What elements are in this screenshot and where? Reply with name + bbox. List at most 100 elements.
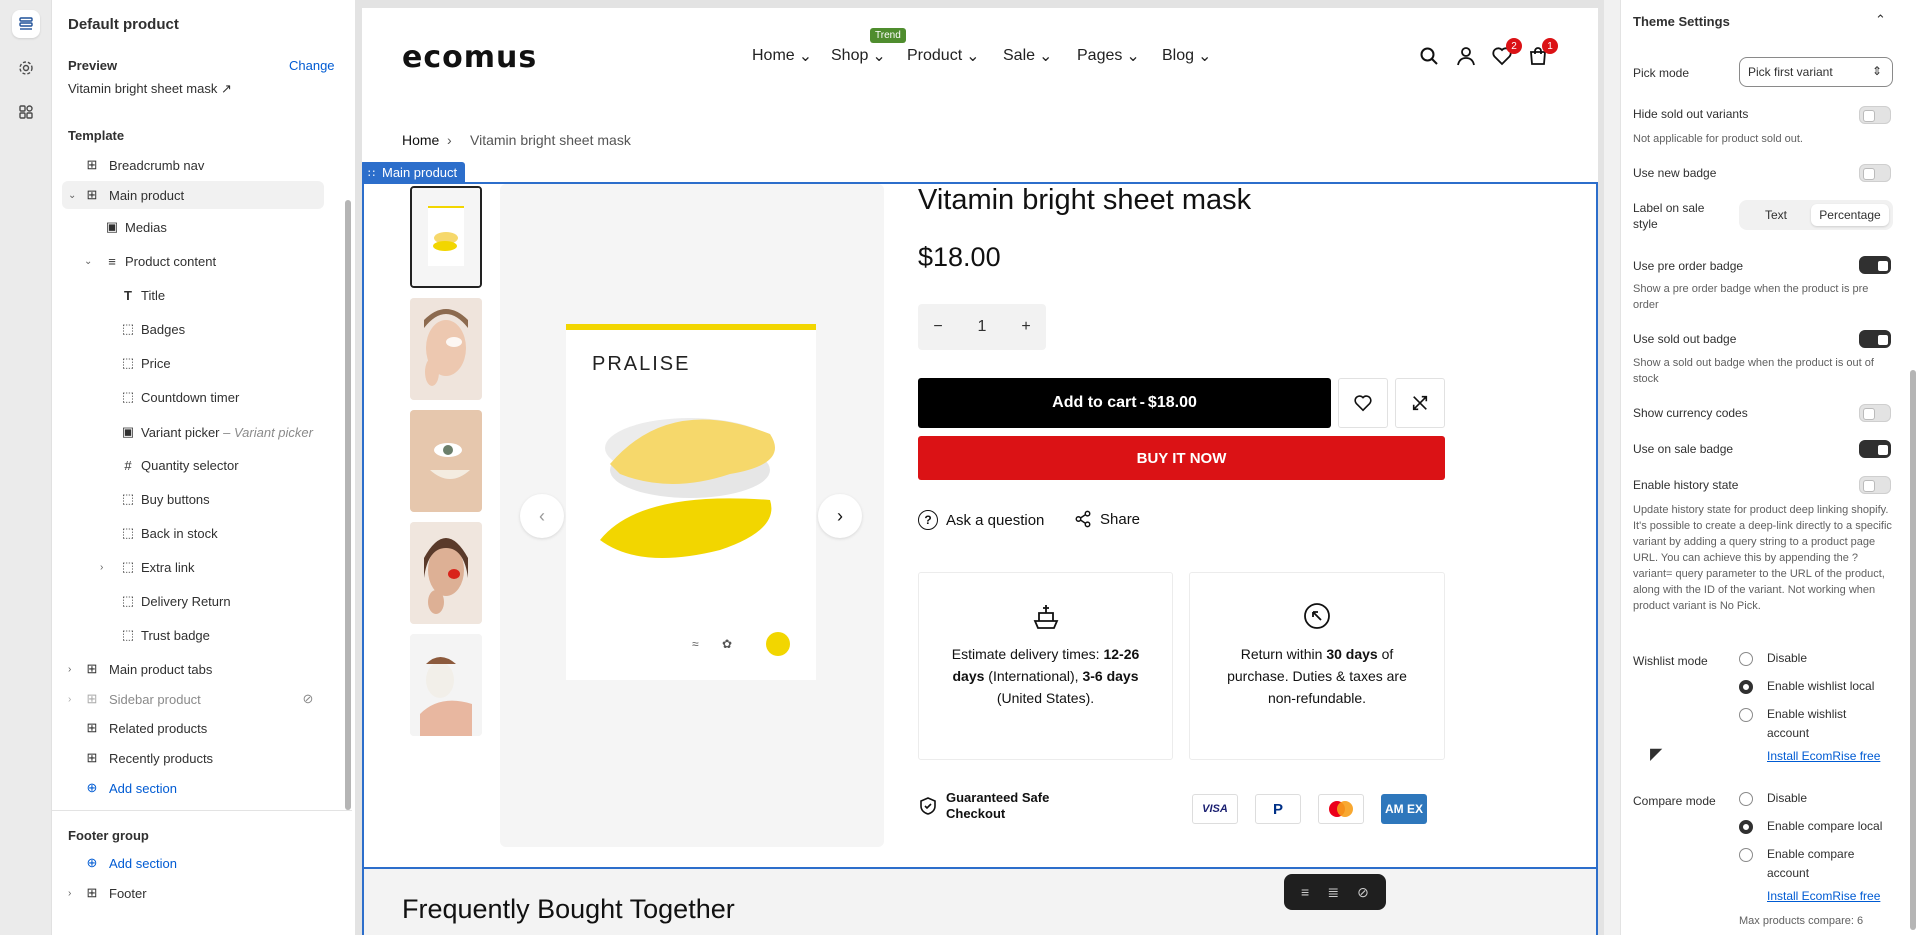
section-main-product[interactable]: ⌄ ⊞ Main product xyxy=(62,181,324,209)
thumbnail-5[interactable] xyxy=(410,634,482,736)
thumbnail-4[interactable] xyxy=(410,522,482,624)
section-footer[interactable]: › ⊞ Footer xyxy=(52,879,332,907)
move-up-icon[interactable]: ≡ xyxy=(1301,884,1309,900)
preview-label: Preview xyxy=(68,58,118,73)
sections-icon[interactable] xyxy=(12,10,40,38)
footer-add-section-button[interactable]: ⊕ Add section xyxy=(52,849,332,877)
wishlist-account-radio[interactable] xyxy=(1739,708,1753,722)
next-image-button[interactable]: › xyxy=(818,494,862,538)
pre-order-badge-toggle[interactable] xyxy=(1859,256,1891,274)
use-new-badge-toggle[interactable] xyxy=(1859,164,1891,182)
change-preview-link[interactable]: Change xyxy=(289,58,335,73)
thumbnail-1[interactable] xyxy=(410,186,482,288)
divider xyxy=(52,810,352,811)
tree-item-label: Breadcrumb nav xyxy=(109,157,205,173)
block-badges[interactable]: ⬚ Badges xyxy=(52,315,332,343)
nav-home[interactable]: Home ⌄ xyxy=(752,46,812,66)
search-icon[interactable] xyxy=(1417,44,1441,68)
minus-icon[interactable]: − xyxy=(918,304,958,350)
hide-eye-icon[interactable]: ⊘ xyxy=(1357,884,1369,901)
segment-percentage[interactable]: Percentage xyxy=(1811,204,1889,226)
block-countdown-timer[interactable]: ⬚ Countdown timer xyxy=(52,383,332,411)
store-logo[interactable]: ecomus xyxy=(402,40,537,75)
block-buy-buttons[interactable]: ⬚ Buy buttons xyxy=(52,485,332,513)
nav-label: Product xyxy=(907,47,963,64)
apps-icon[interactable] xyxy=(12,98,40,126)
chevron-down-icon[interactable]: ⌄ xyxy=(68,190,76,201)
section-recently-products[interactable]: ⊞ Recently products xyxy=(52,744,332,772)
nav-label: Pages xyxy=(1077,47,1123,64)
returns-days: 30 days xyxy=(1326,646,1378,662)
buy-it-now-button[interactable]: BUY IT NOW xyxy=(918,436,1445,480)
block-product-content[interactable]: ⌄ ≡ Product content xyxy=(52,247,332,275)
nav-sale[interactable]: Sale ⌄ xyxy=(1003,46,1052,66)
account-icon[interactable] xyxy=(1454,44,1478,68)
scrollbar[interactable] xyxy=(345,200,351,810)
thumbnail-2[interactable] xyxy=(410,298,482,400)
add-to-cart-price: $18.00 xyxy=(1147,394,1197,411)
block-trust-badge[interactable]: ⬚ Trust badge xyxy=(52,621,332,649)
svg-text:≈: ≈ xyxy=(692,637,699,651)
block-quantity-selector[interactable]: # Quantity selector xyxy=(52,451,332,479)
chevron-right-icon[interactable]: › xyxy=(100,562,103,573)
add-to-cart-button[interactable]: Add to cart - $18.00 xyxy=(918,378,1331,428)
settings-gear-icon[interactable] xyxy=(12,54,40,82)
nav-blog[interactable]: Blog ⌄ xyxy=(1162,46,1211,66)
nav-shop[interactable]: Shop ⌄ xyxy=(831,46,886,66)
chevron-down-icon[interactable]: ⌄ xyxy=(84,256,92,267)
breadcrumb-home[interactable]: Home xyxy=(402,132,439,148)
on-sale-badge-toggle[interactable] xyxy=(1859,440,1891,458)
nav-pages[interactable]: Pages ⌄ xyxy=(1077,46,1140,66)
eye-hidden-icon[interactable]: ⊘ xyxy=(300,691,316,707)
block-back-in-stock[interactable]: ⬚ Back in stock xyxy=(52,519,332,547)
chevron-right-icon[interactable]: › xyxy=(68,664,71,675)
chevron-right-icon[interactable]: › xyxy=(68,888,71,899)
chevron-right-icon[interactable]: › xyxy=(68,694,71,705)
quantity-input[interactable]: 1 xyxy=(962,304,1002,350)
compare-disable-radio[interactable] xyxy=(1739,792,1753,806)
safe-checkout: Guaranteed Safe Checkout xyxy=(918,790,1056,822)
block-delivery-return[interactable]: ⬚ Delivery Return xyxy=(52,587,332,615)
install-ecomrise-link[interactable]: Install EcomRise free xyxy=(1767,749,1880,763)
add-section-button[interactable]: ⊕ Add section xyxy=(52,774,332,802)
wishlist-local-radio[interactable] xyxy=(1739,680,1753,694)
compare-account-radio[interactable] xyxy=(1739,848,1753,862)
tree-item-label: Sidebar product xyxy=(109,691,201,707)
section-main-product-tabs[interactable]: › ⊞ Main product tabs xyxy=(52,655,332,683)
block-medias[interactable]: ▣ Medias xyxy=(52,213,332,241)
section-sidebar-product[interactable]: › ⊞ Sidebar product ⊘ xyxy=(52,685,332,713)
preview-product-link[interactable]: Vitamin bright sheet mask ↗ xyxy=(68,81,232,97)
collapse-chevron-icon[interactable]: ⌃ xyxy=(1875,12,1886,28)
block-extra-link[interactable]: › ⬚ Extra link xyxy=(52,553,332,581)
install-ecomrise-compare-link[interactable]: Install EcomRise free xyxy=(1767,889,1880,903)
block-variant-picker[interactable]: ▣ Variant picker – Variant picker xyxy=(52,418,332,446)
block-title[interactable]: T Title xyxy=(52,281,332,309)
section-tag[interactable]: Main product xyxy=(362,162,466,184)
history-state-toggle[interactable] xyxy=(1859,476,1891,494)
nav-product[interactable]: Product ⌄ xyxy=(907,46,980,66)
block-price[interactable]: ⬚ Price xyxy=(52,349,332,377)
breadcrumb-separator-icon: › xyxy=(447,132,452,148)
compare-arrows-icon xyxy=(1412,395,1428,411)
sold-out-badge-toggle[interactable] xyxy=(1859,330,1891,348)
thumbnail-3[interactable] xyxy=(410,410,482,512)
hide-sold-out-toggle[interactable] xyxy=(1859,106,1891,124)
share-link[interactable]: Share xyxy=(1074,510,1140,528)
delivery-text: (International), xyxy=(984,668,1083,684)
segment-text[interactable]: Text xyxy=(1743,204,1809,226)
section-breadcrumb-nav[interactable]: ⊞ Breadcrumb nav xyxy=(52,151,332,179)
prev-image-button[interactable]: ‹ xyxy=(520,494,564,538)
compare-button[interactable] xyxy=(1395,378,1445,428)
pick-mode-select[interactable]: Pick first variant ⇕ xyxy=(1739,57,1893,87)
currency-codes-toggle[interactable] xyxy=(1859,404,1891,422)
drag-handle-icon[interactable]: ∷ xyxy=(368,167,375,180)
settings-scrollbar[interactable] xyxy=(1910,370,1916,930)
ask-question-link[interactable]: ? Ask a question xyxy=(918,510,1044,530)
wishlist-disable-radio[interactable] xyxy=(1739,652,1753,666)
move-down-icon[interactable]: ≣ xyxy=(1327,884,1339,901)
compare-local-radio[interactable] xyxy=(1739,820,1753,834)
tree-item-label: Extra link xyxy=(141,559,195,575)
section-related-products[interactable]: ⊞ Related products xyxy=(52,714,332,742)
add-to-wishlist-button[interactable] xyxy=(1338,378,1388,428)
plus-icon[interactable]: + xyxy=(1006,304,1046,350)
